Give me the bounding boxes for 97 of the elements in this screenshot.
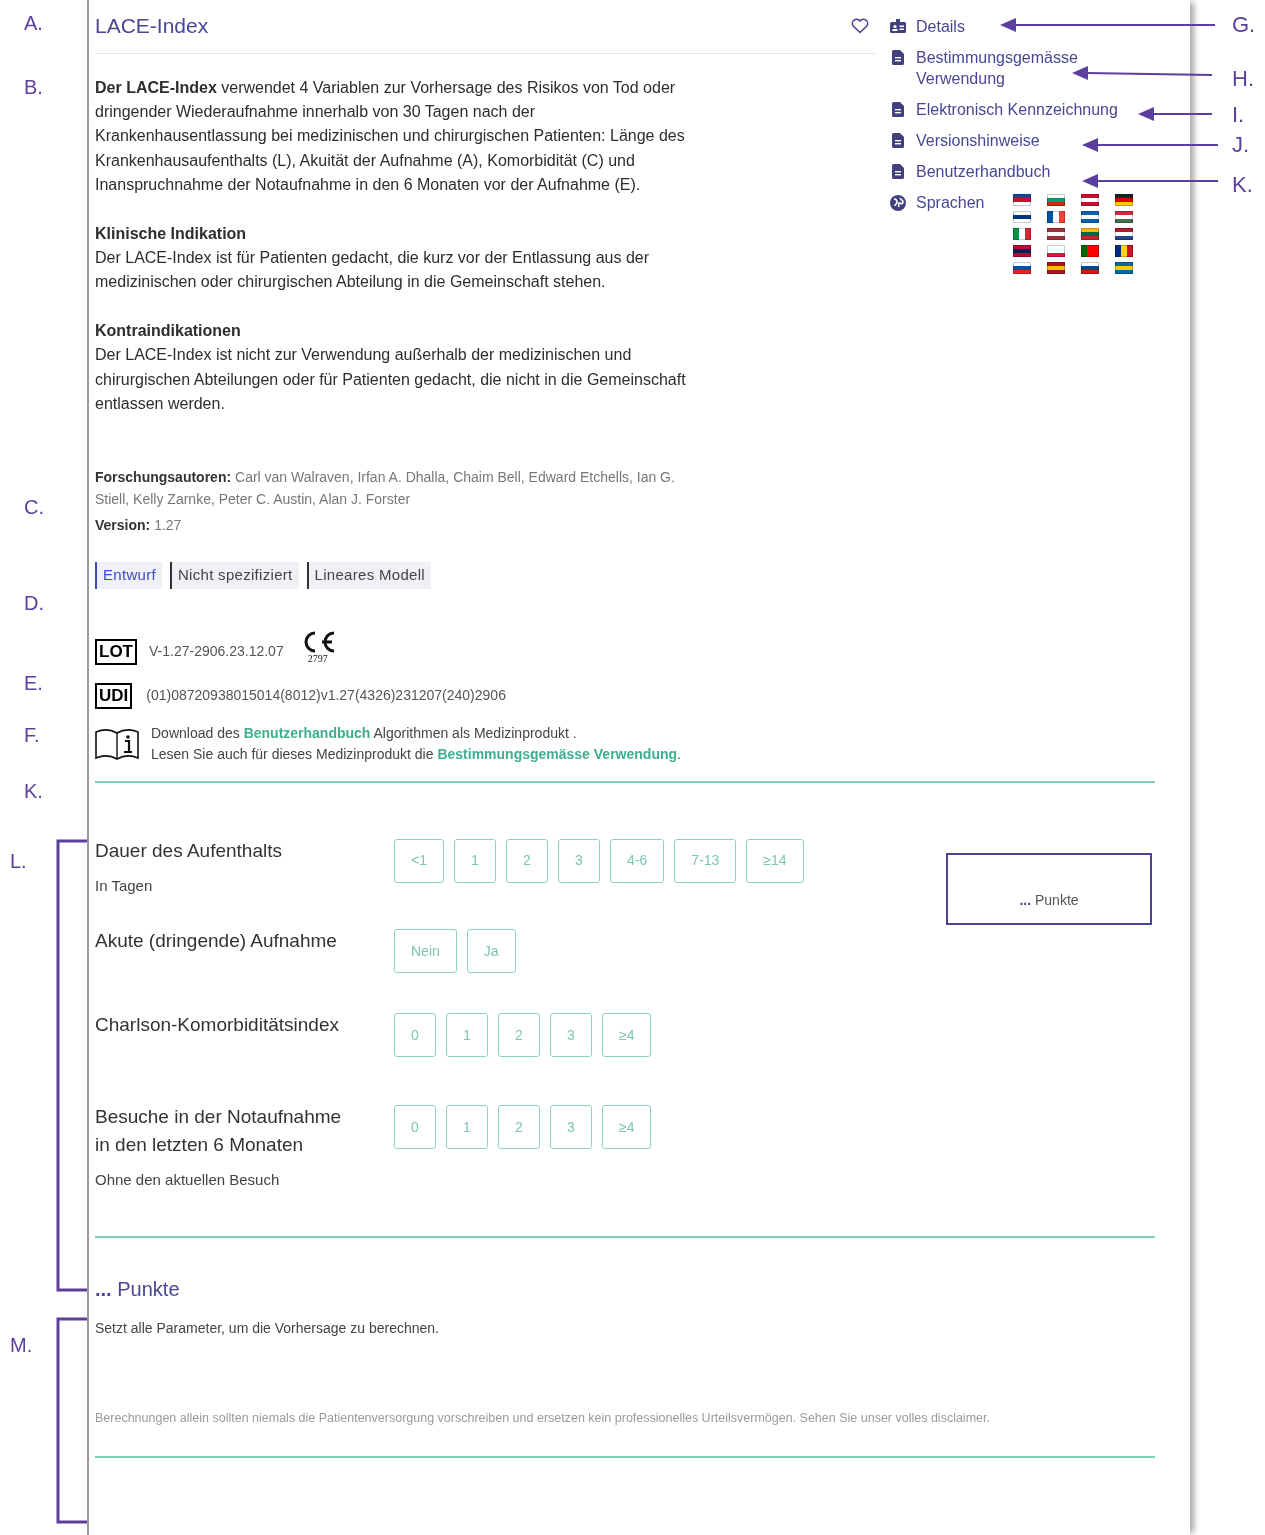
annotation-letter: G. <box>1232 11 1256 39</box>
flag-icon[interactable] <box>1046 194 1065 206</box>
manual-note: Download des Benutzerhandbuch Algorithmen als Medizinprodukt . <box>151 723 578 743</box>
disclaimer-text: Berechnungen allein sollten niemals die Patientenversorgung vorschreiben und ersetzen kein professionelles Urteilsvermögen. Sehen Sie unser volles disclaimer. <box>95 1409 991 1427</box>
annotation-letter: I. <box>1232 101 1245 129</box>
flag-icon[interactable] <box>1046 211 1065 223</box>
flag-icon[interactable] <box>1046 228 1065 240</box>
flag-icon[interactable] <box>1012 262 1031 274</box>
globe-icon <box>890 195 906 211</box>
section-heading: Klinische Indikation <box>95 223 248 244</box>
option-button[interactable]: 1 <box>453 838 496 883</box>
manual-link[interactable]: Bestimmungsgemässe Verwendung <box>437 745 678 762</box>
sidebar-link[interactable]: Versionshinweise <box>916 130 1040 151</box>
flag-icon[interactable] <box>1012 194 1031 206</box>
input-hint: Ohne den aktuellen Besuch <box>95 1170 281 1191</box>
sidebar-link[interactable]: Bestimmungsgemässe Verwendung <box>916 47 1096 89</box>
manual-book-icon <box>95 727 139 760</box>
option-button[interactable]: 7-13 <box>674 838 737 883</box>
id-card-icon <box>890 19 906 33</box>
tag: Lineares Modell <box>306 562 431 589</box>
flag-icon[interactable] <box>1046 262 1065 274</box>
flag-icon[interactable] <box>1114 228 1133 240</box>
flag-icon[interactable] <box>1046 245 1065 257</box>
flag-icon[interactable] <box>1080 194 1099 206</box>
sidebar-link[interactable]: Sprachen <box>916 192 985 213</box>
tag: Entwurf <box>95 562 162 589</box>
sidebar-link[interactable]: Benutzerhandbuch <box>916 161 1051 182</box>
lot-number: V-1.27-2906.23.12.07 <box>149 642 284 662</box>
option-button[interactable]: 1 <box>446 1105 488 1150</box>
input-label: Akute (dringende) Aufnahme <box>95 929 338 954</box>
version-text: Version: 1.27 <box>95 516 183 536</box>
flag-icon[interactable] <box>1012 228 1031 240</box>
input-hint: In Tagen <box>95 875 154 896</box>
flag-icon[interactable] <box>1012 211 1031 223</box>
annotation-letter: M. <box>10 1333 33 1358</box>
document-icon <box>892 133 904 148</box>
udi-symbol: UDI <box>95 682 133 709</box>
annotation-letter: F. <box>24 723 40 748</box>
sidebar-link[interactable]: Details <box>916 16 965 37</box>
document-icon <box>892 102 904 117</box>
input-label: Dauer des Aufenthalts <box>95 838 283 863</box>
option-button[interactable]: 4-6 <box>609 838 665 883</box>
flag-icon[interactable] <box>1080 211 1099 223</box>
option-button[interactable]: ≥4 <box>602 1013 652 1058</box>
flag-icon[interactable] <box>1114 262 1133 274</box>
option-button[interactable]: 0 <box>394 1013 436 1058</box>
heart-icon[interactable] <box>851 17 869 34</box>
annotation-letter: L. <box>10 849 27 874</box>
page-title: LACE-Index <box>95 13 209 39</box>
option-button[interactable]: <1 <box>394 838 444 883</box>
annotation-letter: C. <box>24 495 44 520</box>
flag-icon[interactable] <box>1080 245 1099 257</box>
option-button[interactable]: Nein <box>394 929 457 974</box>
option-button[interactable]: 1 <box>446 1013 488 1058</box>
lot-symbol: LOT <box>95 638 137 665</box>
document-icon <box>892 164 904 179</box>
result-title: ... Punkte <box>95 1276 181 1302</box>
intro-paragraph: Der LACE-Index verwendet 4 Variablen zur Vorhersage des Risikos von Tod oder dringender Wiederaufnahme innerhalb von 30 Tagen nach der Krankenhausentlassung bei medizinischen und chirurgischen Patienten: Länge des Krankenhausaufenthalts (L), Akuität der Aufnahme (A), Komorbidität (C) und Inanspruchnahme der Notaufnahme in den 6 Monaten vor der Aufnahme (E). <box>95 77 685 196</box>
option-button[interactable]: 2 <box>498 1013 540 1058</box>
option-button[interactable]: 0 <box>394 1105 436 1150</box>
flag-icon[interactable] <box>1080 228 1099 240</box>
annotation-letter: J. <box>1232 131 1250 159</box>
input-label: Besuche in der Notaufnahme in den letzten 6 Monaten <box>95 1105 343 1158</box>
option-button[interactable]: ≥14 <box>746 838 804 883</box>
annotation-letter: B. <box>24 75 43 100</box>
section-text: Der LACE-Index ist nicht zur Verwendung außerhalb der medizinischen und chirurgischen Abteilungen oder für Patienten gedacht, die nicht in die Gemeinschaft entlassen werden. <box>95 345 687 414</box>
annotation-letter: A. <box>24 11 43 36</box>
option-button[interactable]: 3 <box>557 838 600 883</box>
udi-number: (01)08720938015014(8012)v1.27(4326)231207(240)2906 <box>146 686 506 706</box>
option-button[interactable]: 3 <box>550 1013 592 1058</box>
ce-number: 2797 <box>307 653 328 664</box>
tag: Nicht spezifiziert <box>169 562 299 589</box>
annotation-letter: E. <box>24 671 43 696</box>
annotation-letter: H. <box>1232 65 1254 93</box>
annotation-letter: K. <box>1232 171 1253 199</box>
flag-icon[interactable] <box>1114 245 1133 257</box>
option-button[interactable]: 2 <box>498 1105 540 1150</box>
authors-text: Forschungsautoren: Carl van Walraven, Irfan A. Dhalla, Chaim Bell, Edward Etchells, Ian G. Stiell, Kelly Zarnke, Peter C. Austin, Alan J. Forster <box>95 468 676 510</box>
result-message: Setzt alle Parameter, um die Vorhersage zu berechnen. <box>95 1318 440 1338</box>
flag-icon[interactable] <box>1080 262 1099 274</box>
option-button[interactable]: 2 <box>505 838 548 883</box>
document-icon <box>892 50 904 65</box>
sidebar-link[interactable]: Elektronisch Kennzeichnung <box>916 99 1118 120</box>
flag-icon[interactable] <box>1114 194 1133 206</box>
flag-icon[interactable] <box>1114 211 1133 223</box>
annotation-letter: K. <box>24 779 43 804</box>
option-button[interactable]: Ja <box>466 929 516 974</box>
manual-note: Lesen Sie auch für dieses Medizinprodukt die Bestimmungsgemässe Verwendung. <box>151 744 681 764</box>
section-heading: Kontraindikationen <box>95 320 242 341</box>
option-button[interactable]: ≥4 <box>602 1105 652 1150</box>
section-text: Der LACE-Index ist für Patienten gedacht, die kurz vor der Entlassung aus der medizinischen oder chirurgischen Abteilung in die Gemeinschaft stehen. <box>95 247 651 293</box>
flag-icon[interactable] <box>1012 245 1031 257</box>
manual-link[interactable]: Benutzerhandbuch <box>243 724 371 741</box>
input-label: Charlson-Komorbiditätsindex <box>95 1013 340 1038</box>
annotation-letter: D. <box>24 591 44 616</box>
option-button[interactable]: 3 <box>550 1105 592 1150</box>
score-text: ... Punkte <box>1019 890 1079 910</box>
